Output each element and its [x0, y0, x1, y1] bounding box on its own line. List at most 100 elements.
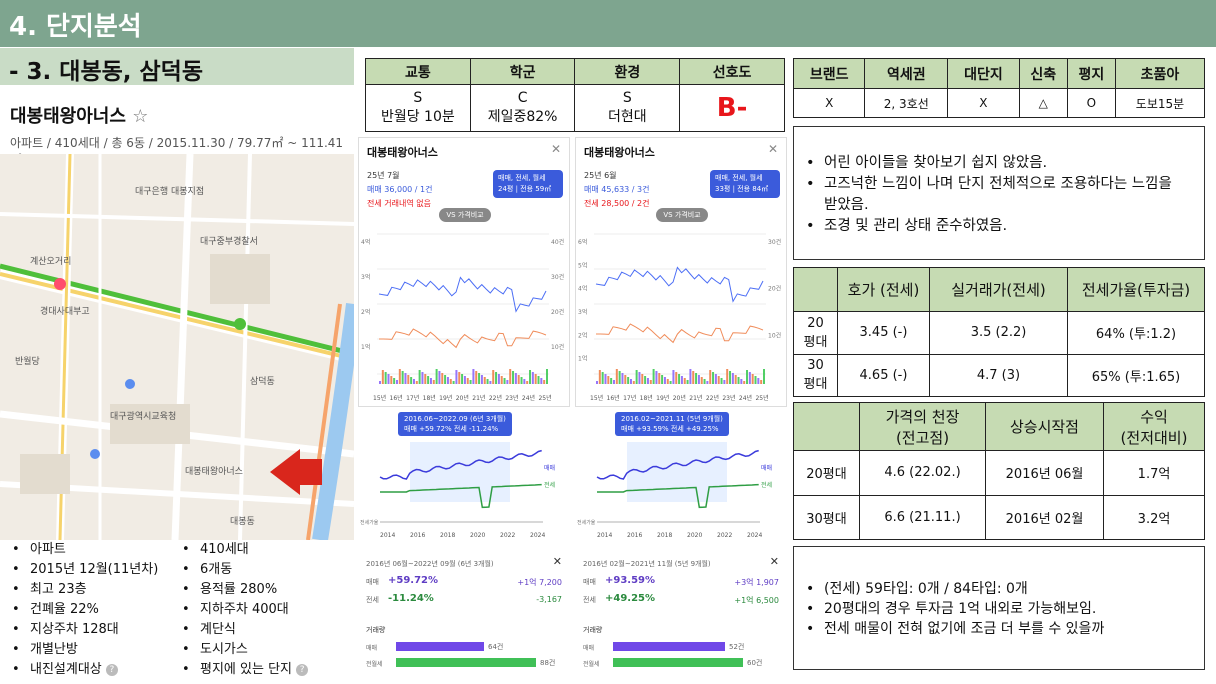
peak-cell: 1.7억 — [1103, 450, 1205, 496]
grade-cell: S 반월당 10분 — [365, 84, 471, 132]
facts-right-list: 410세대 6개동 용적률 280% 지하주차 400대 계단식 도시가스 평지… — [174, 540, 354, 680]
x-tick: 17년 — [623, 394, 636, 402]
peak-cell: 3.2억 — [1103, 494, 1205, 540]
close-icon[interactable]: ✕ — [770, 555, 779, 568]
x-tick: 19년 — [439, 394, 452, 402]
price-header: 실거래가(전세) — [929, 267, 1068, 312]
volume-bar — [509, 369, 512, 384]
x-tick: 25년 — [538, 394, 551, 402]
preference-grade: B- — [679, 84, 785, 132]
volume-bar — [740, 379, 743, 384]
x-tick: 17년 — [406, 394, 419, 402]
price-cell: 64% (투:1.2) — [1067, 311, 1205, 355]
volume-bar — [500, 376, 503, 384]
filter-dropdown[interactable]: 매매, 전세, 월세 33평 | 전용 84㎡ — [710, 170, 780, 198]
fact-item: 아파트 — [4, 540, 184, 560]
volume-bar — [612, 380, 615, 384]
sale-change-amt: +1억 7,200 — [517, 578, 562, 587]
volume-bar — [734, 375, 737, 384]
notes-panel: 어린 아이들을 찾아보기 쉽지 않았음. 고즈넉한 느낌이 나며 단지 전체적으… — [793, 126, 1205, 260]
help-icon[interactable]: ? — [296, 663, 309, 676]
volume-bar — [407, 375, 410, 384]
x-tick: 2020 — [687, 532, 702, 539]
volume-sale-label: 매매 — [366, 645, 378, 652]
row-label: 30 평대 — [793, 353, 838, 397]
brand-value: O — [1066, 88, 1117, 118]
map[interactable]: 대구은행 대봉지점 경대사대부고 대구중부경찰서 계산오거리 대봉태왕아너스 반… — [0, 154, 354, 540]
volume-bar — [444, 375, 447, 384]
filter-dropdown[interactable]: 매매, 전세, 월세 24평 | 전용 59㎡ — [493, 170, 563, 198]
close-icon[interactable]: ✕ — [551, 142, 561, 156]
map-label: 삼덕동 — [250, 377, 275, 387]
y-tick-right: 30건 — [551, 273, 564, 281]
volume-bar — [689, 369, 692, 384]
volume-sale-value: 52건 — [729, 643, 745, 651]
grade-cell: C 제일중82% — [469, 84, 576, 132]
volume-bar — [635, 370, 638, 384]
volume-bar — [379, 381, 381, 384]
legend-rent: 전세 — [761, 481, 772, 489]
brand-header: 평지 — [1066, 58, 1117, 89]
sale-summary: 매매 36,000 / 1건 — [367, 185, 433, 194]
volume-bar — [529, 370, 532, 384]
volume-bar — [714, 374, 717, 384]
volume-bar — [726, 369, 729, 384]
row-label: 20평대 — [793, 450, 860, 496]
subsection-title: - 3. 대봉동, 삼덕동 — [9, 59, 204, 85]
property-name[interactable]: 대봉태왕아너스 ☆ — [10, 102, 148, 128]
volume-bar — [466, 378, 469, 384]
chart-month: 25년 7월 — [367, 171, 400, 180]
map-label: 경대사대부고 — [40, 307, 90, 317]
volume-bar — [661, 375, 664, 384]
volume-bar — [709, 370, 712, 384]
volume-bar — [678, 374, 681, 384]
price-cell: 4.65 (-) — [837, 353, 930, 397]
note-item: (전세) 59타입: 0개 / 84타입: 0개 — [798, 579, 1204, 599]
volume-bar — [478, 373, 481, 384]
volume-bar — [381, 370, 384, 384]
close-icon[interactable]: ✕ — [553, 555, 562, 568]
rent-series-line — [596, 323, 764, 344]
sale-summary: 매매 45,633 / 3건 — [584, 185, 650, 194]
peak-cell: 2016년 06월 — [985, 450, 1104, 496]
subsection-header: - 3. 대봉동, 삼덕동 — [0, 48, 354, 85]
favorite-star-icon[interactable]: ☆ — [132, 106, 148, 127]
volume-bar — [449, 379, 452, 384]
peak-header — [793, 402, 860, 451]
fact-item: 6개동 — [174, 560, 354, 580]
compare-button[interactable]: VS 가격비교 — [656, 208, 708, 222]
x-tick: 2022 — [717, 532, 732, 539]
volume-bar — [480, 375, 483, 384]
help-icon[interactable]: ? — [105, 663, 118, 676]
brand-value: △ — [1018, 88, 1068, 118]
volume-bar — [629, 379, 632, 384]
x-tick: 2024 — [530, 532, 545, 539]
volume-title: 거래량 — [583, 626, 603, 634]
y-tick-right: 20건 — [551, 308, 564, 316]
fact-item: 용적률 280% — [174, 580, 354, 600]
volume-bar — [601, 372, 604, 384]
volume-bar — [438, 371, 441, 384]
x-tick: 24년 — [522, 394, 535, 402]
volume-rent-label: 전월세 — [583, 661, 600, 668]
compare-button[interactable]: VS 가격비교 — [439, 208, 491, 222]
volume-bar — [604, 374, 607, 384]
volume-bar — [546, 369, 548, 384]
volume-bar — [512, 371, 515, 384]
volume-bar — [531, 372, 534, 384]
sale-label: 매매 — [583, 578, 596, 586]
period-change: 매매 +93.59% 전세 +49.25% — [621, 425, 719, 433]
brand-header: 대단지 — [947, 58, 1020, 89]
period-badge: 2016.02~2021.11 (5년 9개월) 매매 +93.59% 전세 +… — [615, 412, 729, 436]
volume-bar — [621, 373, 624, 384]
x-tick: 22년 — [489, 394, 502, 402]
volume-bar — [737, 377, 740, 384]
volume-bar — [429, 378, 432, 384]
volume-bar — [387, 374, 390, 384]
legend-sale: 매매 — [544, 464, 555, 472]
y-tick-left: 1억 — [578, 355, 587, 363]
volume-bar — [393, 378, 396, 384]
close-icon[interactable]: ✕ — [768, 142, 778, 156]
period-badge: 2016.06~2022.09 (6년 3개월) 매매 +59.72% 전세 -… — [398, 412, 512, 436]
peak-header: 수익 (전저대비) — [1103, 402, 1205, 451]
